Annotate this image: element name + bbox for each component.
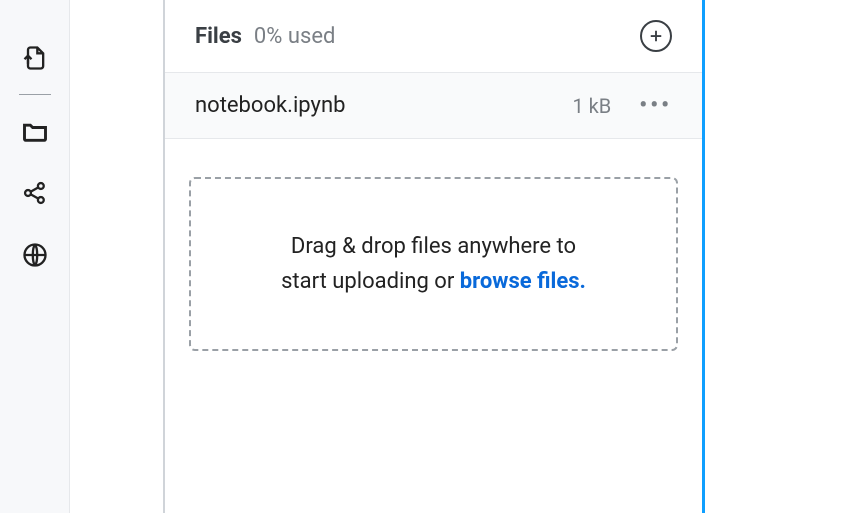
file-size: 1 kB — [572, 94, 611, 118]
panel-usage: 0% used — [254, 24, 640, 49]
panel-title: Files — [195, 24, 242, 49]
dropzone-text-1: Drag & drop files anywhere to — [221, 229, 646, 264]
sidebar-rail — [0, 0, 70, 513]
add-file-button[interactable] — [640, 20, 672, 52]
spacer-column — [70, 0, 165, 513]
dropzone-text-2: start uploading or browse files. — [221, 264, 646, 299]
rail-divider — [19, 94, 51, 95]
file-row[interactable]: notebook.ipynb 1 kB ••• — [165, 73, 702, 139]
upload-file-icon[interactable] — [19, 42, 51, 74]
file-name: notebook.ipynb — [195, 93, 572, 118]
file-more-icon[interactable]: ••• — [639, 93, 672, 118]
files-panel: Files 0% used notebook.ipynb 1 kB ••• Dr… — [165, 0, 705, 513]
share-nodes-icon[interactable] — [19, 177, 51, 209]
files-panel-header: Files 0% used — [165, 0, 702, 73]
dropzone[interactable]: Drag & drop files anywhere to start uplo… — [189, 177, 678, 351]
globe-icon[interactable] — [19, 239, 51, 271]
folder-icon[interactable] — [19, 115, 51, 147]
dropzone-container: Drag & drop files anywhere to start uplo… — [165, 139, 702, 389]
content-area — [705, 0, 867, 513]
browse-files-link[interactable]: browse files. — [460, 269, 586, 294]
